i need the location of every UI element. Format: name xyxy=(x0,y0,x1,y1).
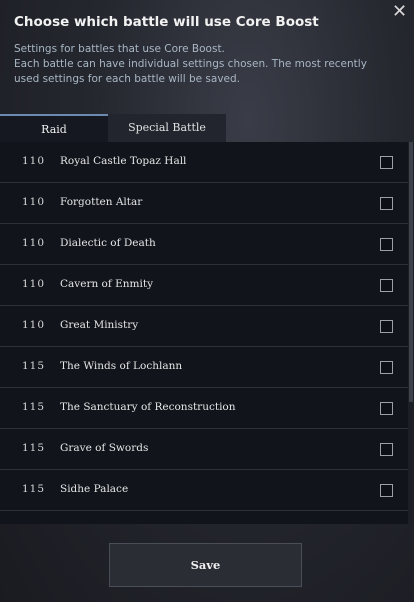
list-scrollbar[interactable] xyxy=(408,142,414,524)
battle-level: 110 xyxy=(22,319,46,331)
close-icon[interactable]: ✕ xyxy=(392,3,408,21)
battle-name: Grave of Swords xyxy=(60,442,149,454)
battle-level: 115 xyxy=(22,442,46,454)
battle-row[interactable]: 115 The Winds of Lochlann xyxy=(0,347,408,388)
description-line-2: Each battle can have individual settings… xyxy=(14,58,367,85)
battle-checkbox[interactable] xyxy=(380,361,393,374)
battle-name: Sidhe Palace xyxy=(60,483,129,495)
tab-raid[interactable]: Raid xyxy=(0,114,108,142)
battle-row[interactable]: 115 The Sanctuary of Reconstruction xyxy=(0,388,408,429)
battle-name: Great Ministry xyxy=(60,319,139,331)
battle-level: 110 xyxy=(22,196,46,208)
battle-name: Dialectic of Death xyxy=(60,237,156,249)
battle-row[interactable]: 110 Great Ministry xyxy=(0,306,408,347)
dialog-title: Choose which battle will use Core Boost xyxy=(14,14,319,30)
save-button[interactable]: Save xyxy=(109,543,302,587)
battle-level: 110 xyxy=(22,237,46,249)
description-line-1: Settings for battles that use Core Boost… xyxy=(14,43,225,55)
battle-checkbox[interactable] xyxy=(380,484,393,497)
scrollbar-thumb[interactable] xyxy=(409,142,413,402)
battle-level: 115 xyxy=(22,360,46,372)
battle-checkbox[interactable] xyxy=(380,156,393,169)
battle-checkbox[interactable] xyxy=(380,402,393,415)
battle-name: The Winds of Lochlann xyxy=(60,360,183,372)
battle-checkbox[interactable] xyxy=(380,197,393,210)
battle-row[interactable]: 115 Sidhe Palace xyxy=(0,470,408,511)
battle-name: Forgotten Altar xyxy=(60,196,143,208)
battle-level: 115 xyxy=(22,401,46,413)
core-boost-dialog: Choose which battle will use Core Boost … xyxy=(0,0,414,602)
battle-checkbox[interactable] xyxy=(380,238,393,251)
battle-checkbox[interactable] xyxy=(380,443,393,456)
battle-row[interactable]: 110 Forgotten Altar xyxy=(0,183,408,224)
battle-row[interactable]: 115 Grave of Swords xyxy=(0,429,408,470)
battle-name: The Sanctuary of Reconstruction xyxy=(60,401,236,413)
battle-row[interactable]: 110 Dialectic of Death xyxy=(0,224,408,265)
tab-bar: Raid Special Battle xyxy=(0,114,414,142)
battle-checkbox[interactable] xyxy=(380,320,393,333)
battle-list: 110 Royal Castle Topaz Hall 110 Forgotten A… xyxy=(0,142,408,524)
battle-level: 115 xyxy=(22,483,46,495)
battle-level: 110 xyxy=(22,278,46,290)
tab-special-battle[interactable]: Special Battle xyxy=(108,114,226,142)
battle-name: Cavern of Enmity xyxy=(60,278,153,290)
battle-level: 110 xyxy=(22,155,46,167)
battle-checkbox[interactable] xyxy=(380,279,393,292)
battle-row[interactable]: 110 Cavern of Enmity xyxy=(0,265,408,306)
battle-name: Royal Castle Topaz Hall xyxy=(60,155,187,167)
dialog-description: Settings for battles that use Core Boost… xyxy=(14,42,394,87)
battle-row[interactable]: 110 Royal Castle Topaz Hall xyxy=(0,142,408,183)
